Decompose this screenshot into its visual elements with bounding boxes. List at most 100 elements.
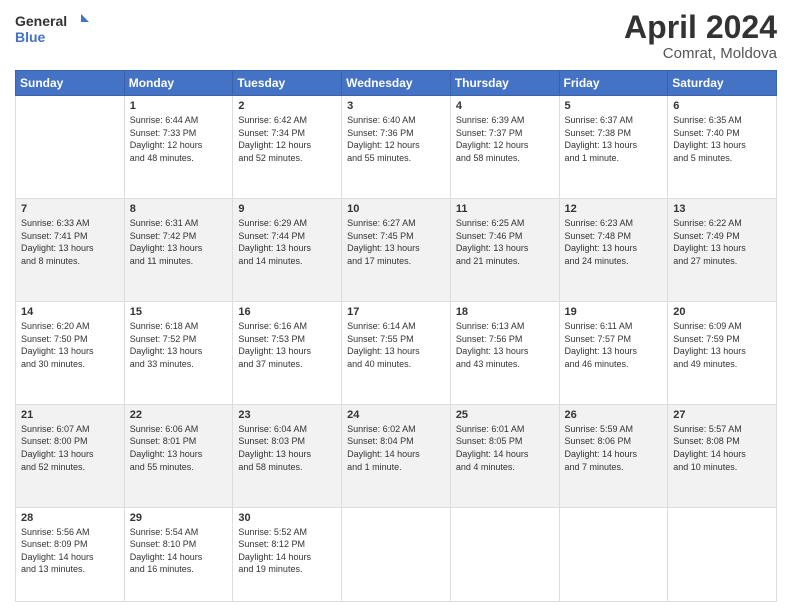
day-info: Sunrise: 6:14 AMSunset: 7:55 PMDaylight:… — [347, 320, 445, 370]
day-number: 23 — [238, 409, 336, 421]
calendar-week-row: 1Sunrise: 6:44 AMSunset: 7:33 PMDaylight… — [16, 96, 777, 199]
calendar-cell: 14 Sunrise: 6:20 AMSunset: 7:50 PMDayligh… — [16, 301, 125, 404]
day-info: Sunrise: 6:01 AMSunset: 8:05 PMDaylight:… — [456, 423, 554, 473]
day-number: 12 — [565, 203, 663, 215]
day-number: 7 — [21, 203, 119, 215]
day-info: Sunrise: 6:37 AMSunset: 7:38 PMDaylight:… — [565, 114, 663, 164]
day-info: Sunrise: 6:13 AMSunset: 7:56 PMDaylight:… — [456, 320, 554, 370]
calendar-cell: 19 Sunrise: 6:11 AMSunset: 7:57 PMDayligh… — [559, 301, 668, 404]
svg-text:Blue: Blue — [15, 29, 46, 45]
day-header: Monday — [124, 71, 233, 96]
day-number: 26 — [565, 409, 663, 421]
day-info: Sunrise: 6:25 AMSunset: 7:46 PMDaylight:… — [456, 217, 554, 267]
calendar-cell: 18Sunrise: 6:13 AMSunset: 7:56 PMDayligh… — [450, 301, 559, 404]
day-number: 28 — [21, 512, 119, 524]
day-info: Sunrise: 6:02 AMSunset: 8:04 PMDaylight:… — [347, 423, 445, 473]
calendar-cell: 29 Sunrise: 5:54 AMSunset: 8:10 PMDayligh… — [124, 507, 233, 601]
main-title: April 2024 — [624, 10, 777, 45]
day-info: Sunrise: 6:27 AMSunset: 7:45 PMDaylight:… — [347, 217, 445, 267]
day-info: Sunrise: 6:40 AMSunset: 7:36 PMDaylight:… — [347, 114, 445, 164]
day-header: Friday — [559, 71, 668, 96]
day-number: 8 — [130, 203, 228, 215]
calendar-cell — [559, 507, 668, 601]
day-info: Sunrise: 6:39 AMSunset: 7:37 PMDaylight:… — [456, 114, 554, 164]
day-number: 30 — [238, 512, 336, 524]
day-info: Sunrise: 6:09 AMSunset: 7:59 PMDaylight:… — [673, 320, 771, 370]
day-number: 25 — [456, 409, 554, 421]
day-number: 11 — [456, 203, 554, 215]
day-info: Sunrise: 6:04 AMSunset: 8:03 PMDaylight:… — [238, 423, 336, 473]
title-area: April 2024 Comrat, Moldova — [624, 10, 777, 62]
calendar-cell: 3 Sunrise: 6:40 AMSunset: 7:36 PMDaylight… — [342, 96, 451, 199]
day-number: 22 — [130, 409, 228, 421]
calendar-cell: 4Sunrise: 6:39 AMSunset: 7:37 PMDaylight… — [450, 96, 559, 199]
calendar-cell: 26Sunrise: 5:59 AMSunset: 8:06 PMDayligh… — [559, 404, 668, 507]
calendar-cell: 7 Sunrise: 6:33 AMSunset: 7:41 PMDaylight… — [16, 199, 125, 302]
day-number: 14 — [21, 306, 119, 318]
header: General Blue April 2024 Comrat, Moldova — [15, 10, 777, 62]
day-number: 15 — [130, 306, 228, 318]
day-info: Sunrise: 6:11 AMSunset: 7:57 PMDaylight:… — [565, 320, 663, 370]
day-info: Sunrise: 6:44 AMSunset: 7:33 PMDaylight:… — [130, 114, 228, 164]
calendar-cell: 30 Sunrise: 5:52 AMSunset: 8:12 PMDayligh… — [233, 507, 342, 601]
day-info: Sunrise: 6:20 AMSunset: 7:50 PMDaylight:… — [21, 320, 119, 370]
day-number: 13 — [673, 203, 771, 215]
calendar-cell: 12 Sunrise: 6:23 AMSunset: 7:48 PMDayligh… — [559, 199, 668, 302]
day-info: Sunrise: 6:06 AMSunset: 8:01 PMDaylight:… — [130, 423, 228, 473]
day-info: Sunrise: 5:56 AMSunset: 8:09 PMDaylight:… — [21, 526, 119, 576]
calendar-cell — [668, 507, 777, 601]
day-number: 20 — [673, 306, 771, 318]
day-info: Sunrise: 6:29 AMSunset: 7:44 PMDaylight:… — [238, 217, 336, 267]
calendar-week-row: 28 Sunrise: 5:56 AMSunset: 8:09 PMDayligh… — [16, 507, 777, 601]
calendar-cell — [16, 96, 125, 199]
calendar-cell: 10 Sunrise: 6:27 AMSunset: 7:45 PMDayligh… — [342, 199, 451, 302]
calendar-cell: 22 Sunrise: 6:06 AMSunset: 8:01 PMDayligh… — [124, 404, 233, 507]
calendar-week-row: 14 Sunrise: 6:20 AMSunset: 7:50 PMDayligh… — [16, 301, 777, 404]
day-number: 29 — [130, 512, 228, 524]
calendar-cell: 2 Sunrise: 6:42 AMSunset: 7:34 PMDaylight… — [233, 96, 342, 199]
subtitle: Comrat, Moldova — [624, 45, 777, 62]
day-number: 5 — [565, 100, 663, 112]
day-info: Sunrise: 6:42 AMSunset: 7:34 PMDaylight:… — [238, 114, 336, 164]
calendar-cell: 27 Sunrise: 5:57 AMSunset: 8:08 PMDayligh… — [668, 404, 777, 507]
day-info: Sunrise: 6:33 AMSunset: 7:41 PMDaylight:… — [21, 217, 119, 267]
calendar-cell: 8 Sunrise: 6:31 AMSunset: 7:42 PMDaylight… — [124, 199, 233, 302]
day-info: Sunrise: 6:16 AMSunset: 7:53 PMDaylight:… — [238, 320, 336, 370]
day-number: 2 — [238, 100, 336, 112]
calendar-cell: 28 Sunrise: 5:56 AMSunset: 8:09 PMDayligh… — [16, 507, 125, 601]
calendar-table: SundayMondayTuesdayWednesdayThursdayFrid… — [15, 70, 777, 602]
calendar-week-row: 7 Sunrise: 6:33 AMSunset: 7:41 PMDaylight… — [16, 199, 777, 302]
day-header: Thursday — [450, 71, 559, 96]
day-info: Sunrise: 5:52 AMSunset: 8:12 PMDaylight:… — [238, 526, 336, 576]
day-info: Sunrise: 6:35 AMSunset: 7:40 PMDaylight:… — [673, 114, 771, 164]
calendar-cell: 17Sunrise: 6:14 AMSunset: 7:55 PMDayligh… — [342, 301, 451, 404]
day-header: Saturday — [668, 71, 777, 96]
calendar-cell: 25 Sunrise: 6:01 AMSunset: 8:05 PMDayligh… — [450, 404, 559, 507]
calendar-week-row: 21Sunrise: 6:07 AMSunset: 8:00 PMDayligh… — [16, 404, 777, 507]
day-number: 16 — [238, 306, 336, 318]
day-number: 3 — [347, 100, 445, 112]
calendar-cell: 5 Sunrise: 6:37 AMSunset: 7:38 PMDaylight… — [559, 96, 668, 199]
day-info: Sunrise: 6:23 AMSunset: 7:48 PMDaylight:… — [565, 217, 663, 267]
calendar-cell: 13 Sunrise: 6:22 AMSunset: 7:49 PMDayligh… — [668, 199, 777, 302]
calendar-cell: 23 Sunrise: 6:04 AMSunset: 8:03 PMDayligh… — [233, 404, 342, 507]
logo: General Blue — [15, 10, 95, 50]
page: General Blue April 2024 Comrat, Moldova … — [0, 0, 792, 612]
calendar-cell: 1Sunrise: 6:44 AMSunset: 7:33 PMDaylight… — [124, 96, 233, 199]
calendar-header-row: SundayMondayTuesdayWednesdayThursdayFrid… — [16, 71, 777, 96]
day-info: Sunrise: 6:31 AMSunset: 7:42 PMDaylight:… — [130, 217, 228, 267]
day-info: Sunrise: 6:22 AMSunset: 7:49 PMDaylight:… — [673, 217, 771, 267]
day-info: Sunrise: 5:54 AMSunset: 8:10 PMDaylight:… — [130, 526, 228, 576]
calendar-cell: 9 Sunrise: 6:29 AMSunset: 7:44 PMDaylight… — [233, 199, 342, 302]
calendar-cell: 16 Sunrise: 6:16 AMSunset: 7:53 PMDayligh… — [233, 301, 342, 404]
calendar-cell: 15Sunrise: 6:18 AMSunset: 7:52 PMDayligh… — [124, 301, 233, 404]
calendar-cell — [450, 507, 559, 601]
day-number: 27 — [673, 409, 771, 421]
day-info: Sunrise: 6:07 AMSunset: 8:00 PMDaylight:… — [21, 423, 119, 473]
day-number: 19 — [565, 306, 663, 318]
day-number: 10 — [347, 203, 445, 215]
day-info: Sunrise: 5:57 AMSunset: 8:08 PMDaylight:… — [673, 423, 771, 473]
svg-text:General: General — [15, 13, 67, 29]
calendar-cell: 24Sunrise: 6:02 AMSunset: 8:04 PMDayligh… — [342, 404, 451, 507]
day-number: 9 — [238, 203, 336, 215]
